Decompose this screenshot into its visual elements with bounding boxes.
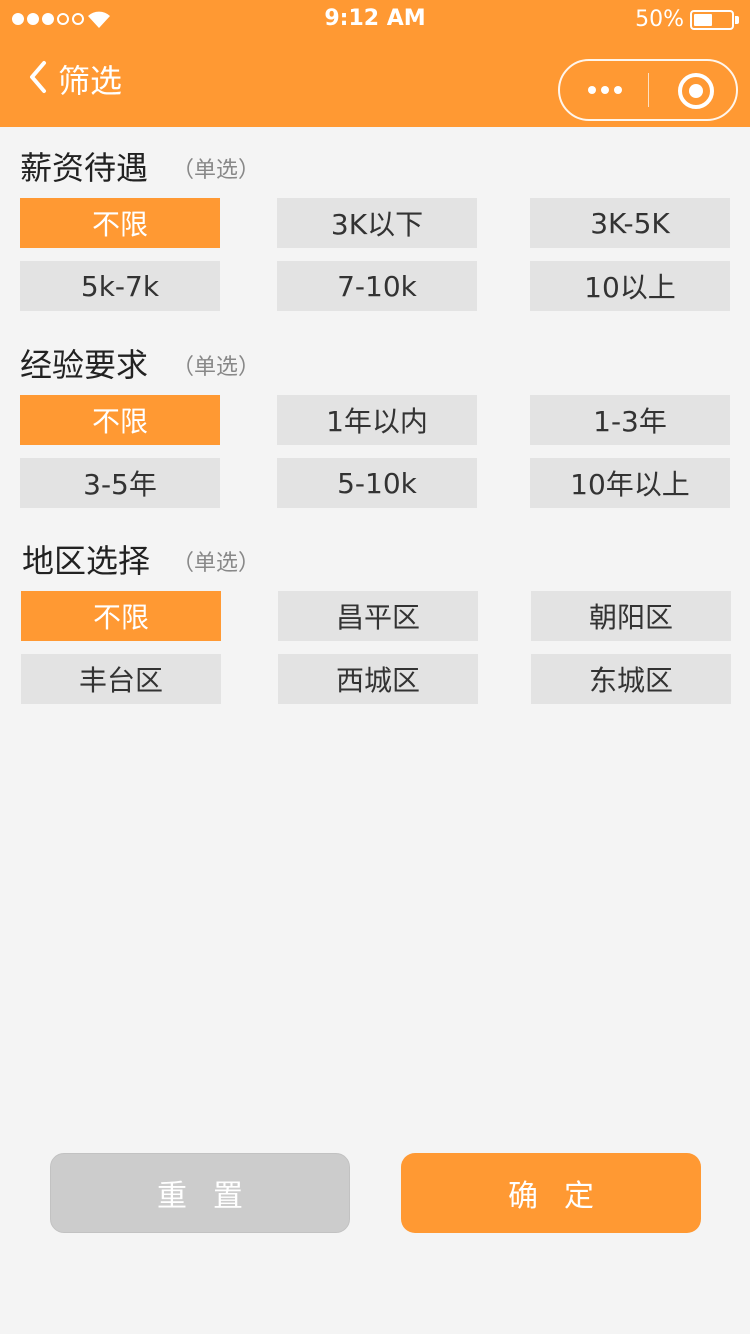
experience-option[interactable]: 1-3年 — [530, 395, 730, 445]
salary-section-title: 薪资待遇 — [20, 149, 149, 187]
back-chevron-icon[interactable] — [28, 60, 48, 94]
experience-option[interactable]: 5-10k — [277, 458, 477, 508]
reset-button[interactable]: 重置 — [50, 1153, 350, 1233]
salary-option[interactable]: 7-10k — [277, 261, 477, 311]
region-option[interactable]: 丰台区 — [21, 654, 221, 704]
battery-icon — [690, 10, 734, 30]
region-option[interactable]: 不限 — [21, 591, 221, 641]
battery-percent: 50% — [635, 7, 684, 32]
experience-option[interactable]: 1年以内 — [277, 395, 477, 445]
page-title: 筛选 — [58, 62, 123, 100]
salary-section-hint: （单选） — [172, 158, 261, 183]
region-option[interactable]: 东城区 — [531, 654, 731, 704]
experience-option[interactable]: 10年以上 — [530, 458, 730, 508]
region-section-hint: （单选） — [172, 551, 261, 576]
region-section-title: 地区选择 — [22, 542, 151, 580]
close-miniprogram-icon[interactable] — [678, 73, 714, 109]
experience-section-hint: （单选） — [172, 355, 261, 380]
battery-tip — [735, 16, 739, 24]
region-option[interactable]: 西城区 — [278, 654, 478, 704]
nav-header: 9:12 AM 50% 筛选 — [0, 0, 750, 127]
more-icon[interactable] — [560, 61, 649, 119]
region-option[interactable]: 昌平区 — [278, 591, 478, 641]
confirm-button[interactable]: 确定 — [401, 1153, 701, 1233]
region-option[interactable]: 朝阳区 — [531, 591, 731, 641]
salary-option[interactable]: 3K以下 — [277, 198, 477, 248]
miniprogram-capsule — [558, 59, 738, 121]
experience-option[interactable]: 3-5年 — [20, 458, 220, 508]
status-bar: 9:12 AM 50% — [0, 0, 750, 40]
salary-option[interactable]: 10以上 — [530, 261, 730, 311]
salary-option[interactable]: 不限 — [20, 198, 220, 248]
experience-section-title: 经验要求 — [20, 346, 149, 384]
salary-option[interactable]: 5k-7k — [20, 261, 220, 311]
salary-option[interactable]: 3K-5K — [530, 198, 730, 248]
experience-option[interactable]: 不限 — [20, 395, 220, 445]
capsule-divider — [648, 73, 649, 107]
